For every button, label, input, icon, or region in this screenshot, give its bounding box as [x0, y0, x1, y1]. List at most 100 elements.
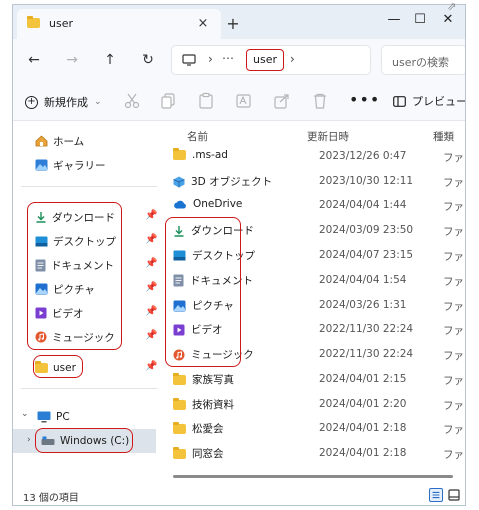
file-type: ファイル フ — [443, 350, 465, 362]
expand-pc-chevron[interactable]: ⌄ — [21, 409, 29, 419]
forward-button[interactable]: → — [61, 50, 83, 70]
file-type: ファイル フ — [443, 375, 465, 387]
maximize-button[interactable]: ☐ — [409, 10, 431, 30]
close-window-button[interactable]: ✕ — [437, 10, 459, 30]
cut-icon[interactable] — [123, 92, 141, 110]
file-date: 2024/04/04 1:54 — [319, 274, 407, 286]
pc-icon — [37, 411, 51, 423]
breadcrumb-separator[interactable]: › — [290, 52, 295, 66]
new-button-label: 新規作成 — [44, 96, 88, 109]
file-explorer-window: user × + — ☐ ✕ ← → ↑ ↻ › ⋯ user › userの検… — [12, 4, 466, 506]
file-row[interactable]: 松愛会 2024/04/01 2:18 ファイル フ — [173, 416, 465, 440]
file-type: ファイル フ — [443, 226, 465, 238]
gallery-icon — [35, 159, 48, 171]
sidebar-divider — [21, 186, 157, 187]
file-row[interactable]: .ms-ad 2023/12/26 0:47 ファイル フ — [173, 144, 465, 168]
file-type: ファイル フ — [443, 424, 465, 436]
preview-pane-icon — [393, 95, 406, 107]
search-box[interactable]: userの検索 — [381, 45, 465, 75]
copy-icon[interactable] — [159, 92, 177, 110]
pin-icon: 📌 — [145, 258, 158, 269]
horizontal-scrollbar[interactable] — [173, 475, 453, 478]
details-view-icon[interactable] — [429, 488, 443, 502]
command-bar: + 新規作成 ⌄ ••• プレビュー — [13, 81, 466, 121]
search-placeholder: userの検索 — [392, 56, 449, 69]
file-date: 2024/04/04 1:44 — [319, 199, 407, 211]
sidebar-item-label: ホーム — [53, 135, 85, 148]
column-header-type[interactable]: 種類 — [433, 129, 454, 144]
file-type: ファイル フ — [443, 152, 465, 164]
folder-icon — [27, 16, 40, 28]
navigation-pane: ホーム ギャラリー ダウンロード 📌 デスクトップ 📌 ドキュメント 📌 ピクチ… — [13, 122, 159, 482]
pin-icon: 📌 — [145, 210, 158, 221]
cloud-icon — [174, 200, 186, 208]
file-row[interactable]: OneDrive 2024/04/04 1:44 ファイル フ — [173, 193, 465, 217]
plus-icon: + — [25, 95, 38, 109]
file-type: ファイル フ — [443, 201, 465, 213]
tab-close-button[interactable]: × — [193, 14, 213, 34]
file-name: OneDrive — [193, 198, 243, 210]
sidebar-item-label: PC — [56, 411, 70, 423]
refresh-button[interactable]: ↻ — [137, 50, 159, 70]
file-type: ファイル フ — [443, 449, 465, 461]
sidebar-item-home[interactable]: ホーム — [35, 130, 84, 152]
file-type: ファイル フ — [443, 301, 465, 313]
file-name: 松愛会 — [192, 423, 224, 435]
file-date: 2024/04/01 2:18 — [319, 422, 407, 434]
file-date: 2024/03/09 23:50 — [319, 224, 414, 236]
file-row[interactable]: 3D オブジェクト 2023/10/30 12:11 ファイル フ — [173, 169, 465, 193]
file-row[interactable]: 同窓会 2024/04/01 2:18 ファイル フ — [173, 441, 465, 465]
new-button[interactable]: + 新規作成 ⌄ — [25, 91, 102, 113]
chevron-down-icon: ⌄ — [94, 97, 102, 107]
tab-label: user — [49, 17, 73, 30]
file-name: 同窓会 — [192, 448, 224, 460]
preview-label: プレビュー — [412, 95, 466, 108]
file-name: 家族写真 — [192, 374, 234, 386]
breadcrumb-overflow-button[interactable]: ⋯ — [222, 51, 234, 65]
file-row[interactable]: 家族写真 2024/04/01 2:15 ファイル フ — [173, 367, 465, 391]
new-tab-button[interactable]: + — [223, 14, 243, 34]
item-count: 13 個の項目 — [23, 493, 79, 504]
title-bar: user × + — ☐ ✕ — [13, 5, 465, 39]
trash-icon[interactable] — [311, 92, 329, 110]
tab-user[interactable]: user × — [17, 9, 221, 39]
file-name: .ms-ad — [192, 149, 228, 161]
tiles-view-icon[interactable] — [447, 488, 461, 502]
pin-icon: 📌 — [145, 306, 158, 317]
file-date: 2022/11/30 22:24 — [319, 323, 414, 335]
column-header-name[interactable]: 名前 — [187, 129, 208, 144]
column-header-date[interactable]: 更新日時 — [307, 129, 349, 144]
sidebar-item-gallery[interactable]: ギャラリー — [35, 154, 106, 176]
home-icon — [35, 135, 48, 147]
back-button[interactable]: ← — [23, 50, 45, 70]
more-options-button[interactable]: ••• — [349, 90, 380, 109]
minimize-button[interactable]: — — [383, 10, 405, 30]
address-bar[interactable]: › ⋯ user › — [171, 45, 371, 75]
folder-icon — [173, 397, 186, 410]
preview-pane-button[interactable]: プレビュー — [393, 93, 466, 109]
paste-icon[interactable] — [197, 92, 215, 110]
pin-icon: 📌 — [145, 330, 158, 341]
share-icon[interactable] — [273, 92, 291, 110]
file-name: 技術資料 — [192, 399, 234, 411]
sidebar-item-label: ギャラリー — [53, 159, 106, 172]
folder-icon — [173, 421, 186, 434]
expand-drive-chevron[interactable]: › — [27, 435, 31, 445]
breadcrumb-user[interactable]: user — [246, 49, 284, 71]
up-button[interactable]: ↑ — [99, 50, 121, 70]
monitor-icon — [182, 54, 196, 66]
status-bar: 13 個の項目 — [13, 484, 465, 505]
folder-icon — [173, 148, 186, 160]
rename-icon[interactable] — [235, 92, 253, 110]
file-row[interactable]: 技術資料 2024/04/01 2:20 ファイル フ — [173, 392, 465, 416]
annotation-highlight — [165, 217, 241, 367]
cube-icon — [173, 176, 185, 187]
file-date: 2023/10/30 12:11 — [319, 175, 414, 187]
file-type: ファイル フ — [443, 177, 465, 189]
sidebar-item-pc[interactable]: PC — [37, 406, 70, 428]
file-date: 2023/12/26 0:47 — [319, 150, 407, 162]
file-date: 2022/11/30 22:24 — [319, 348, 414, 360]
breadcrumb-separator: › — [208, 52, 213, 66]
navigation-bar: ← → ↑ ↻ › ⋯ user › userの検索 — [13, 39, 465, 81]
file-date: 2024/04/01 2:20 — [319, 398, 407, 410]
